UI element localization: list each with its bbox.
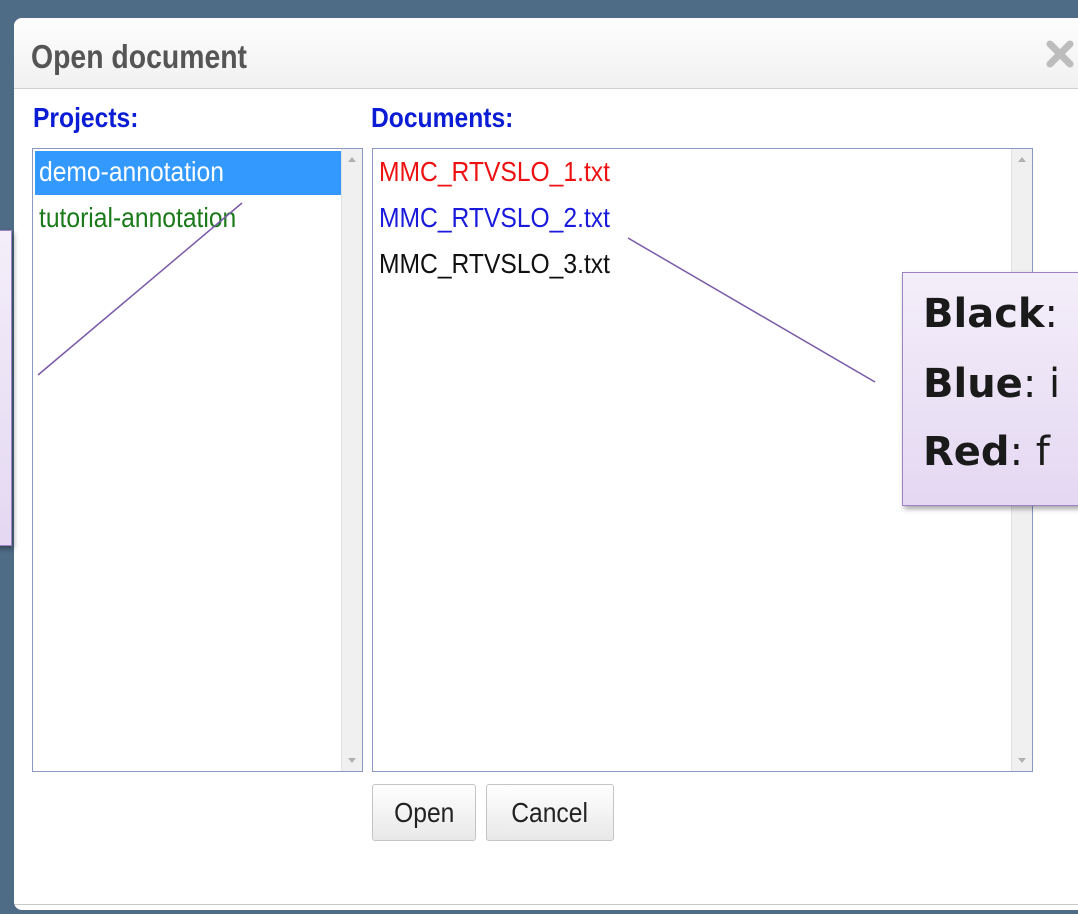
document-item-label: MMC_RTVSLO_1.txt [379,156,610,187]
project-item-label: demo-annotation [39,156,224,187]
scroll-down-arrow-icon[interactable] [1018,758,1026,763]
document-item[interactable]: MMC_RTVSLO_2.txt [375,197,999,241]
legend-key-blue: Blue [923,361,1023,407]
legend-text-red: : f [1009,429,1050,475]
open-button[interactable]: Open [372,784,476,841]
documents-label: Documents: [371,102,514,133]
legend-text-black: : [1044,291,1058,337]
dialog-title: Open document [31,38,248,75]
projects-listbox[interactable]: demo-annotation tutorial-annotation [32,148,363,772]
cancel-button[interactable]: Cancel [486,784,614,841]
project-item-label: tutorial-annotation [39,202,237,233]
document-item-label: MMC_RTVSLO_3.txt [379,248,610,279]
legend-key-red: Red [923,429,1010,475]
close-icon[interactable] [1044,38,1076,70]
document-item-label: MMC_RTVSLO_2.txt [379,202,610,233]
projects-annotation-callout [0,230,12,546]
projects-scrollbar[interactable] [341,149,362,771]
dialog-footer-divider [14,904,1078,905]
document-item[interactable]: MMC_RTVSLO_1.txt [375,151,999,195]
open-button-label: Open [393,797,455,828]
legend-line-blue: Blue: i [923,361,1060,407]
projects-label: Projects: [33,102,139,133]
project-item-demo-annotation[interactable]: demo-annotation [35,151,344,195]
scroll-up-arrow-icon[interactable] [348,157,356,162]
dialog-titlebar: Open document [14,18,1078,89]
legend-line-black: Black: [923,291,1058,337]
project-item-tutorial-annotation[interactable]: tutorial-annotation [35,197,344,241]
scroll-up-arrow-icon[interactable] [1018,157,1026,162]
cancel-button-label: Cancel [511,797,589,828]
legend-text-blue: : i [1022,361,1061,407]
scroll-down-arrow-icon[interactable] [348,758,356,763]
color-legend-callout: Black: Blue: i Red: f [902,272,1078,506]
legend-key-black: Black [923,291,1045,337]
legend-line-red: Red: f [923,429,1050,475]
